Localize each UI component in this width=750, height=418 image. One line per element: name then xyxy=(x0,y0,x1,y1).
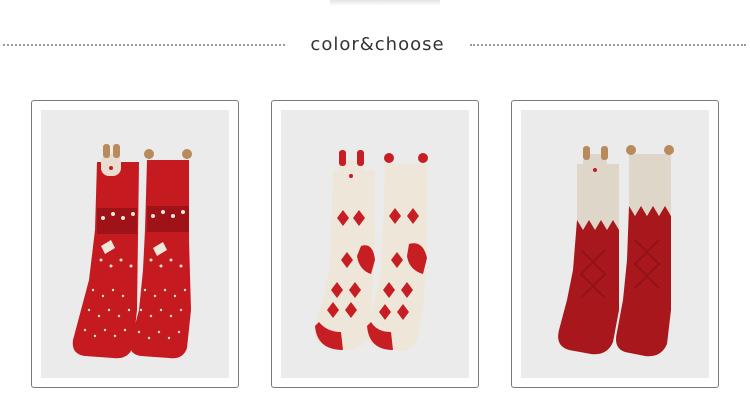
right-sock xyxy=(130,149,192,359)
product-card-burgundy[interactable] xyxy=(511,100,719,388)
top-shadow xyxy=(330,0,440,6)
product-card-red[interactable] xyxy=(31,100,239,388)
product-image-cream-socks[interactable] xyxy=(281,110,469,378)
left-dotted-divider xyxy=(3,44,285,46)
product-image-burgundy-socks[interactable] xyxy=(521,110,709,378)
right-sock xyxy=(616,145,674,357)
section-header: color&choose xyxy=(0,30,750,60)
section-title: color&choose xyxy=(310,34,445,55)
product-image-red-socks[interactable] xyxy=(41,110,229,378)
left-sock xyxy=(72,144,139,359)
right-dotted-divider xyxy=(470,44,746,46)
left-sock xyxy=(314,150,375,351)
left-sock xyxy=(558,146,619,355)
product-card-cream[interactable] xyxy=(271,100,479,388)
